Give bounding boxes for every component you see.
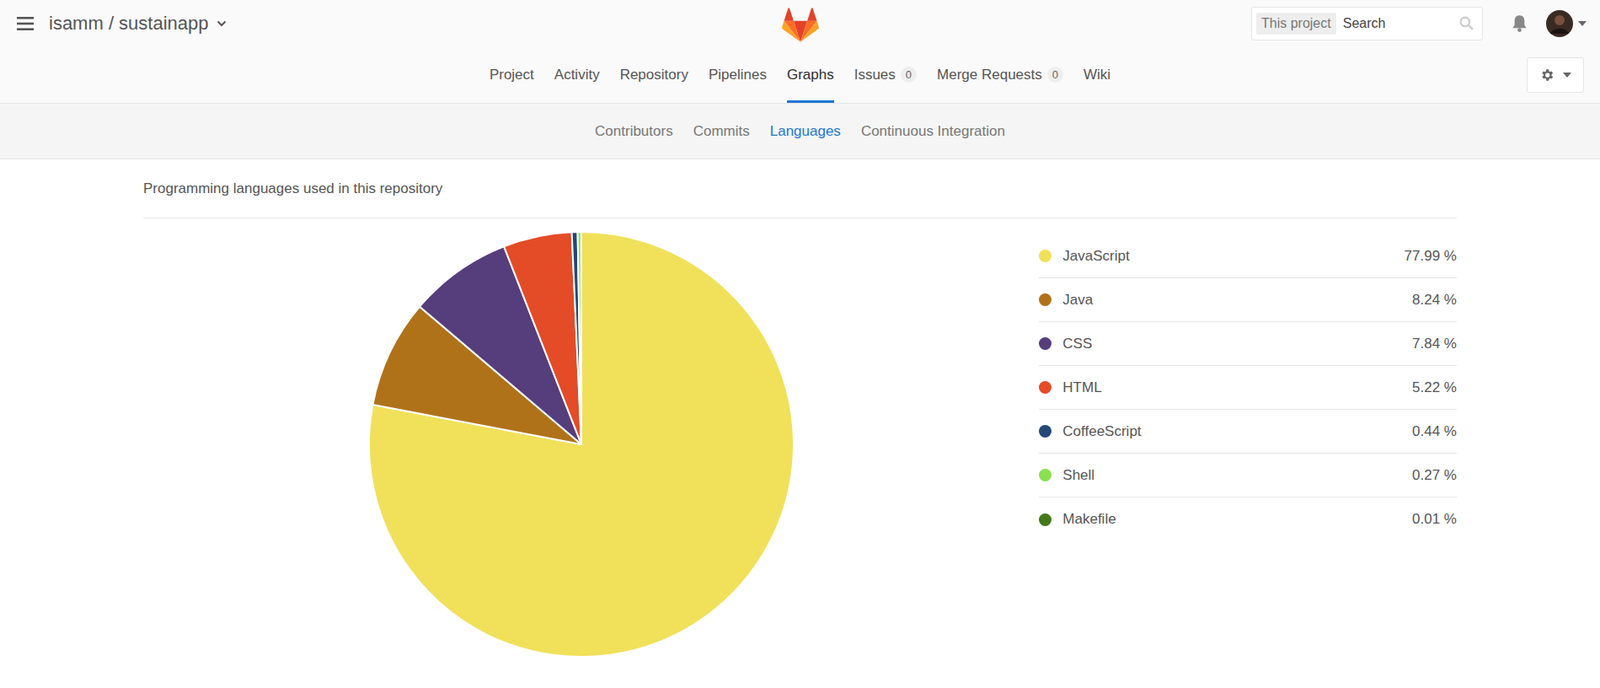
- pie-slice[interactable]: [577, 231, 581, 445]
- language-name: HTML: [1062, 379, 1413, 396]
- header: isamm / sustainapp This project Project …: [0, 0, 1600, 104]
- sub-nav-tab[interactable]: Contributors: [594, 123, 674, 140]
- legend-row: CSS 7.84 %: [1038, 321, 1457, 366]
- gear-icon: [1539, 67, 1555, 83]
- pie-slice[interactable]: [579, 231, 582, 445]
- language-percent: 0.01 %: [1412, 510, 1457, 528]
- project-path[interactable]: isamm / sustainapp: [48, 12, 209, 35]
- color-dot: [1038, 513, 1052, 526]
- pie-chart: [362, 224, 801, 664]
- legend-row: Java 8.24 %: [1038, 278, 1457, 322]
- nav-tab[interactable]: Project: [489, 46, 535, 103]
- gitlab-logo-icon[interactable]: [781, 7, 819, 43]
- pie-slice[interactable]: [503, 231, 582, 445]
- language-percent: 8.24 %: [1412, 291, 1457, 309]
- language-name: Makefile: [1062, 510, 1413, 528]
- user-menu[interactable]: [1546, 10, 1587, 38]
- pie-slice[interactable]: [571, 231, 581, 445]
- language-name: CoffeeScript: [1062, 422, 1413, 440]
- color-dot: [1038, 424, 1052, 438]
- legend-row: Makefile 0.01 %: [1038, 497, 1457, 541]
- legend-row: CoffeeScript 0.44 %: [1038, 409, 1457, 454]
- chart-title: Programming languages used in this repos…: [143, 159, 1457, 219]
- nav-tab[interactable]: Merge Requests 0: [936, 46, 1064, 103]
- nav-tab[interactable]: Activity: [554, 46, 600, 103]
- bell-icon[interactable]: [1511, 14, 1528, 33]
- legend: JavaScript 77.99 % Java 8.24 % CSS 7.84 …: [1018, 234, 1457, 664]
- legend-row: HTML 5.22 %: [1038, 365, 1457, 410]
- caret-down-icon[interactable]: [1578, 21, 1587, 27]
- search-scope: This project: [1256, 12, 1337, 35]
- color-dot: [1038, 468, 1052, 482]
- language-percent: 7.84 %: [1412, 335, 1457, 353]
- color-dot: [1038, 293, 1052, 306]
- color-dot: [1038, 337, 1052, 350]
- legend-row: JavaScript 77.99 %: [1038, 234, 1457, 279]
- nav-tab[interactable]: Issues 0: [854, 46, 917, 103]
- search-icon[interactable]: [1459, 16, 1474, 31]
- pie-slice[interactable]: [369, 231, 794, 657]
- chevron-down-icon[interactable]: [216, 20, 227, 27]
- language-percent: 77.99 %: [1404, 247, 1457, 265]
- caret-down-icon: [1562, 72, 1572, 78]
- nav-tab[interactable]: Graphs: [786, 46, 835, 103]
- nav-tab[interactable]: Pipelines: [708, 46, 767, 103]
- sub-nav-tab[interactable]: Commits: [693, 123, 750, 140]
- nav-tab[interactable]: Repository: [620, 46, 689, 103]
- content: Programming languages used in this repos…: [0, 159, 1600, 664]
- legend-row: Shell 0.27 %: [1038, 453, 1457, 498]
- language-name: Shell: [1062, 466, 1413, 484]
- sub-nav-tab[interactable]: Languages: [770, 123, 841, 140]
- count-badge: 0: [1047, 66, 1064, 83]
- color-dot: [1038, 249, 1052, 263]
- language-name: Java: [1062, 291, 1413, 309]
- top-bar: isamm / sustainapp This project: [0, 0, 1600, 47]
- project-nav: Project Activity Repository Pipelines Gr…: [0, 46, 1600, 103]
- nav-tab[interactable]: Wiki: [1083, 46, 1111, 103]
- avatar-icon[interactable]: [1546, 10, 1574, 38]
- language-percent: 0.44 %: [1412, 422, 1457, 440]
- menu-icon[interactable]: [16, 16, 34, 31]
- language-percent: 5.22 %: [1412, 379, 1457, 396]
- settings-button[interactable]: [1526, 57, 1584, 93]
- language-name: CSS: [1062, 335, 1413, 353]
- language-percent: 0.27 %: [1412, 466, 1457, 484]
- sub-nav-tab[interactable]: Continuous Integration: [861, 123, 1006, 140]
- language-name: JavaScript: [1062, 247, 1404, 265]
- page: isamm / sustainapp This project Project …: [0, 0, 1600, 664]
- search-box: This project: [1251, 6, 1483, 41]
- count-badge: 0: [900, 66, 917, 83]
- search-input[interactable]: [1341, 15, 1455, 33]
- sub-nav: Contributors Commits Languages Continuous I…: [0, 103, 1600, 160]
- color-dot: [1038, 380, 1052, 394]
